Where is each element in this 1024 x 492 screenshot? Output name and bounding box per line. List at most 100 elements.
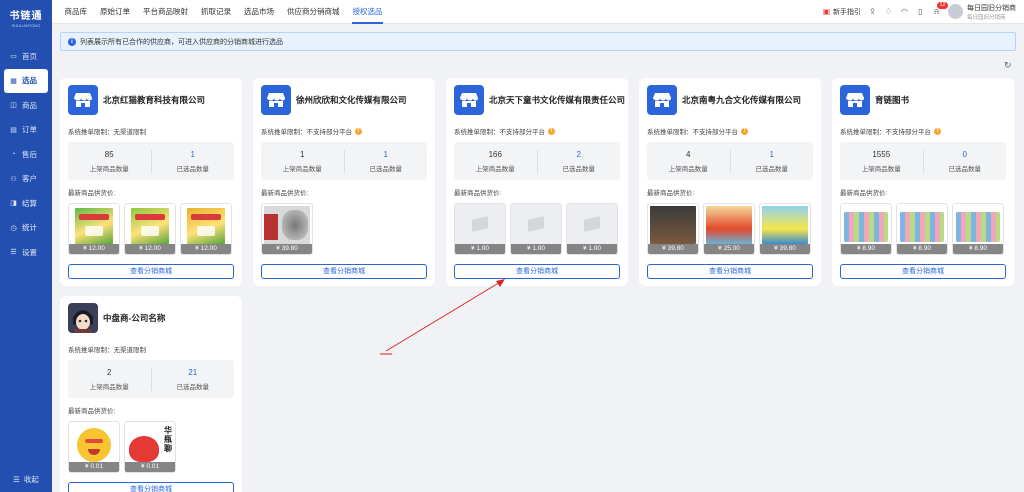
warning-icon[interactable]: ! xyxy=(934,127,941,135)
product-thumbnail[interactable]: ¥ 1.00 xyxy=(566,203,618,255)
product-price: ¥ 0.01 xyxy=(69,462,119,472)
user-menu[interactable]: 每日园旧分销商 每日园旧分销商 xyxy=(948,3,1016,21)
selected-stat: 2 已选品数量 xyxy=(536,149,621,173)
sidebar-item-settings[interactable]: ☰ 设置 xyxy=(0,240,52,265)
bell-icon[interactable]: ⍾ 12 xyxy=(932,2,949,16)
sidebar-item-settlement[interactable]: ◨ 结算 xyxy=(0,191,52,216)
product-thumbnail[interactable]: ¥ 8.90 xyxy=(840,203,892,255)
warning-icon[interactable]: ! xyxy=(741,127,748,135)
order-limit: 系统推单限制：不支持部分平台! xyxy=(253,126,435,136)
product-price: ¥ 39.80 xyxy=(760,244,810,254)
sidebar-item-label: 设置 xyxy=(22,247,37,257)
upload-icon[interactable]: ⇪ xyxy=(868,7,877,16)
selected-count[interactable]: 1 xyxy=(152,150,235,159)
selected-stat: 0 已选品数量 xyxy=(922,149,1007,173)
listed-stat: 4 上架商品数量 xyxy=(647,150,730,173)
selected-label: 已选品数量 xyxy=(176,165,210,173)
view-mall-button[interactable]: 查看分销商城 xyxy=(840,264,1006,279)
selected-count[interactable]: 1 xyxy=(731,150,814,159)
tab-crawl-records[interactable]: 抓取记录 xyxy=(195,0,238,24)
product-thumbnail[interactable]: ¥ 25.00 xyxy=(703,203,755,255)
prices-label: 最新商品供货价: xyxy=(647,190,695,197)
product-thumbnail[interactable]: ¥ 1.00 xyxy=(510,203,562,255)
product-price: ¥ 8.90 xyxy=(953,244,1003,254)
warning-icon[interactable]: ! xyxy=(548,127,555,135)
refresh-icon[interactable]: ↻ xyxy=(1004,60,1012,71)
user-name: 每日园旧分销商 xyxy=(967,4,1016,12)
headset-icon[interactable]: ◠ xyxy=(900,7,909,16)
guide-button[interactable]: ▣ 新手指引 xyxy=(822,7,861,17)
selected-count[interactable]: 0 xyxy=(924,150,1007,159)
view-mall-button[interactable]: 查看分销商城 xyxy=(68,482,234,492)
tab-product-library[interactable]: 商品库 xyxy=(58,0,94,24)
warning-icon[interactable]: ! xyxy=(355,127,362,135)
product-thumbnail[interactable]: ¥ 12.00 xyxy=(68,203,120,255)
phone-icon[interactable]: ▯ xyxy=(916,7,925,16)
logo-subtitle: SHULIANTONG xyxy=(11,22,41,28)
listed-stat: 85 上架商品数量 xyxy=(68,150,151,173)
view-mall-button[interactable]: 查看分销商城 xyxy=(261,264,427,279)
product-thumbnail[interactable]: ¥ 39.80 xyxy=(647,203,699,255)
stats-panel: 2 上架商品数量 21 已选品数量 xyxy=(68,360,234,398)
product-price: ¥ 8.90 xyxy=(841,244,891,254)
tab-supplier-mall[interactable]: 供应商分销商城 xyxy=(281,0,347,24)
prices-label: 最新商品供货价: xyxy=(840,190,888,197)
selected-count[interactable]: 1 xyxy=(345,150,428,159)
sidebar-item-statistics[interactable]: ◷ 统计 xyxy=(0,216,52,241)
supplier-name: 徐州欣欣和文化传媒有限公司 xyxy=(296,95,407,105)
view-mall-button[interactable]: 查看分销商城 xyxy=(647,264,813,279)
product-thumbnail[interactable]: ¥ 8.90 xyxy=(952,203,1004,255)
monitor-icon: ▭ xyxy=(10,53,17,61)
supplier-card: 北京红猫教育科技有限公司 系统推单限制：无渠道限制 85 上架商品数量 1 已选品数量 最新… xyxy=(60,78,242,286)
listed-stat: 1555 上架商品数量 xyxy=(840,150,923,173)
sidebar-item-orders[interactable]: ▤ 订单 xyxy=(0,118,52,143)
top-tabs: 商品库 原始订单 平台商品映射 抓取记录 选品市场 供应商分销商城 授权选品 xyxy=(52,0,389,24)
tab-raw-orders[interactable]: 原始订单 xyxy=(94,0,137,24)
product-thumbnail[interactable]: 华瓶聊 ¥ 0.01 xyxy=(124,421,176,473)
product-price: ¥ 25.00 xyxy=(704,244,754,254)
view-mall-button[interactable]: 查看分销商城 xyxy=(68,264,234,279)
sidebar: 书链通 SHULIANTONG ▭ 首页 ▦ 选品 ◫ 商品 ▤ 订单 ◔ 售后 ⚇ 客户 … xyxy=(0,0,52,492)
selected-count[interactable]: 2 xyxy=(538,150,621,159)
sidebar-item-customers[interactable]: ⚇ 客户 xyxy=(0,167,52,192)
product-thumbnail[interactable]: ¥ 12.00 xyxy=(180,203,232,255)
guide-icon: ▣ xyxy=(822,7,831,16)
prices-label: 最新商品供货价: xyxy=(261,190,309,197)
selected-label: 已选品数量 xyxy=(562,165,596,173)
view-mall-button[interactable]: 查看分销商城 xyxy=(454,264,620,279)
product-thumbnail[interactable]: ¥ 0.01 xyxy=(68,421,120,473)
box-icon: ◫ xyxy=(10,102,17,110)
selected-count[interactable]: 21 xyxy=(152,368,235,377)
order-limit-text: 系统推单限制：不支持部分平台 xyxy=(454,129,545,136)
tab-product-mapping[interactable]: 平台商品映射 xyxy=(137,0,195,24)
tab-selection-market[interactable]: 选品市场 xyxy=(238,0,281,24)
headset-icon: ◔ xyxy=(11,150,16,158)
collapse-sidebar-button[interactable]: ☰ 收起 xyxy=(0,470,52,488)
sidebar-item-selection[interactable]: ▦ 选品 xyxy=(4,68,48,93)
app-logo[interactable]: 书链通 SHULIANTONG xyxy=(0,0,52,34)
order-limit: 系统推单限制：不支持部分平台! xyxy=(639,126,821,136)
store-icon xyxy=(454,85,484,115)
stats-panel: 4 上架商品数量 1 已选品数量 xyxy=(647,142,813,180)
tab-authorized-selection[interactable]: 授权选品 xyxy=(346,0,389,24)
sidebar-item-aftersales[interactable]: ◔ 售后 xyxy=(0,142,52,167)
shirt-icon[interactable]: ♢ xyxy=(884,7,893,16)
sidebar-item-label: 订单 xyxy=(22,125,37,135)
product-thumbnail[interactable]: ¥ 12.00 xyxy=(124,203,176,255)
wallet-icon: ◨ xyxy=(10,200,17,208)
card-header: 育链图书 xyxy=(832,78,1014,116)
product-price: ¥ 39.80 xyxy=(648,244,698,254)
supplier-card: 徐州欣欣和文化传媒有限公司 系统推单限制：不支持部分平台! 1 上架商品数量 1 已选品数… xyxy=(253,78,435,286)
order-limit: 系统推单限制：不支持部分平台! xyxy=(832,126,1014,136)
product-thumbnails: ¥ 8.90 ¥ 8.90 ¥ 8.90 xyxy=(832,203,1014,255)
product-price: ¥ 39.80 xyxy=(262,244,312,254)
product-thumbnail[interactable]: ¥ 1.00 xyxy=(454,203,506,255)
collapse-label: 收起 xyxy=(23,474,39,484)
product-price: ¥ 12.00 xyxy=(69,244,119,254)
sidebar-item-home[interactable]: ▭ 首页 xyxy=(0,44,52,69)
sidebar-item-products[interactable]: ◫ 商品 xyxy=(0,93,52,118)
info-banner: i 列表展示所有已合作的供应商，可进入供应商的分销商城进行选品 xyxy=(60,32,1016,51)
product-thumbnail[interactable]: ¥ 39.80 xyxy=(759,203,811,255)
product-thumbnail[interactable]: ¥ 8.90 xyxy=(896,203,948,255)
product-thumbnail[interactable]: ¥ 39.80 xyxy=(261,203,313,255)
